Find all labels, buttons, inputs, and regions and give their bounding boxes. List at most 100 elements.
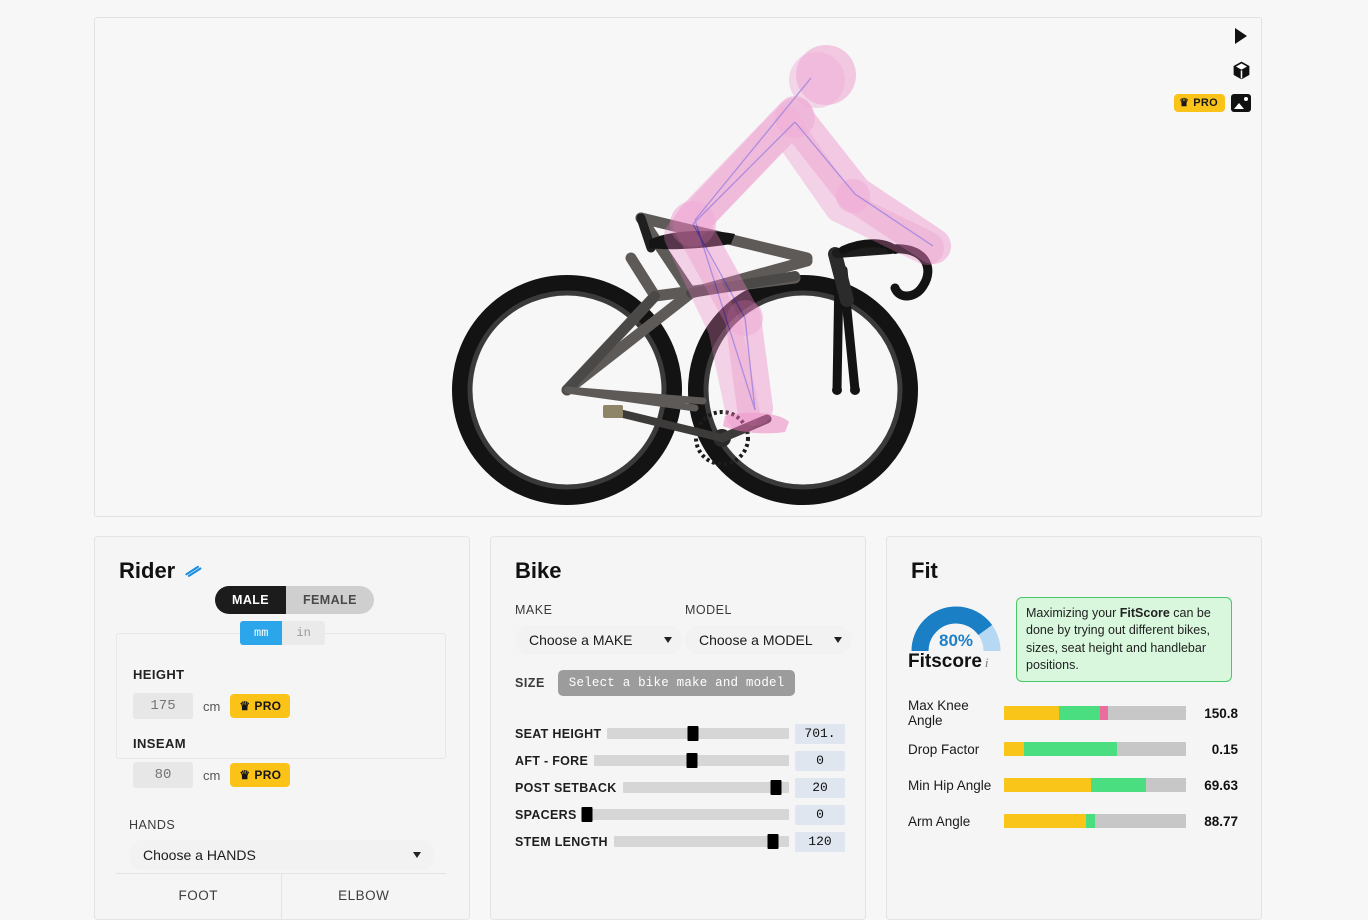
metric-bar (1004, 742, 1186, 756)
slider-label: SEAT HEIGHT (515, 726, 602, 741)
pro-badge-viewport[interactable]: ♛ PRO (1174, 94, 1225, 112)
fitscore-label: Fitscore i (908, 651, 1014, 673)
slider-track[interactable] (613, 834, 789, 849)
slider-row: SEAT HEIGHT 701. (515, 720, 845, 747)
inseam-input[interactable] (133, 762, 193, 788)
metric-bar (1004, 814, 1186, 828)
chevron-down-icon (834, 637, 842, 643)
make-label: MAKE (515, 603, 553, 617)
info-icon[interactable]: i (985, 655, 989, 673)
viewport-toolbar: ♛ PRO (1174, 26, 1251, 112)
crown-icon: ♛ (1179, 96, 1190, 109)
bike-sliders: SEAT HEIGHT 701. AFT - FORE 0 POST SETBACK 20… (515, 720, 845, 855)
metric-segment-yellow (1004, 778, 1092, 792)
make-select[interactable]: Choose a MAKE (515, 625, 682, 655)
fitscore-summary: 80% Fitscore i Maximizing your FitScore … (908, 597, 1242, 682)
metric-marker (1100, 706, 1108, 720)
metric-label: Max Knee Angle (908, 698, 969, 728)
slider-value[interactable]: 701. (795, 723, 845, 744)
size-field: SIZE Select a bike make and model (515, 670, 796, 696)
3d-cube-icon[interactable] (1231, 60, 1251, 80)
slider-thumb[interactable] (767, 834, 779, 849)
metric-label: Drop Factor (908, 741, 980, 757)
slider-track[interactable] (622, 780, 789, 795)
slider-row: SPACERS 0 (515, 801, 845, 828)
metric-segment-remainder (1145, 778, 1186, 792)
metric-value: 69.63 (1204, 777, 1238, 793)
image-export-icon[interactable] (1231, 94, 1251, 112)
gender-male-option[interactable]: MALE (215, 586, 287, 614)
tip-text-before: Maximizing your (1026, 606, 1120, 620)
slider-label: SPACERS (515, 807, 577, 822)
height-pro-button[interactable]: ♛ PRO (230, 694, 291, 718)
slider-track[interactable] (607, 726, 789, 741)
fitscore-gauge: 80% Fitscore i (908, 597, 1004, 672)
hands-select-value: Choose a HANDS (143, 847, 256, 863)
fit-metrics-list: Max Knee Angle 150.8 Drop Factor 0.15 Min Hi… (908, 695, 1244, 839)
slider-track[interactable] (594, 753, 789, 768)
unit-in-option[interactable]: in (282, 621, 325, 645)
metric-segment-remainder (1107, 706, 1186, 720)
slider-label: STEM LENGTH (515, 834, 608, 849)
metric-row: Drop Factor 0.15 (908, 731, 1244, 767)
gender-female-option[interactable]: FEMALE (286, 586, 374, 614)
bike-title-text: Bike (515, 558, 562, 583)
unit-toggle[interactable]: mm in (240, 621, 325, 645)
slider-label: POST SETBACK (515, 780, 617, 795)
slider-thumb[interactable] (686, 753, 698, 768)
metric-label: Min Hip Angle (908, 777, 992, 793)
metric-bar (1004, 706, 1186, 720)
slider-value[interactable]: 0 (795, 804, 845, 825)
eye-slash-icon[interactable] (184, 564, 202, 578)
slider-thumb[interactable] (581, 807, 593, 822)
hands-label: HANDS (129, 818, 176, 832)
inseam-pro-button[interactable]: ♛ PRO (230, 763, 291, 787)
metric-bar (1004, 778, 1186, 792)
model-select[interactable]: Choose a MODEL (685, 625, 852, 655)
metric-segment-remainder (1094, 814, 1186, 828)
rider-bike-illustration (452, 45, 951, 505)
crown-icon: ♛ (239, 699, 251, 713)
pro-export-row: ♛ PRO (1174, 94, 1251, 112)
model-label: MODEL (685, 603, 732, 617)
metric-segment-green (1085, 814, 1095, 828)
metric-row: Arm Angle 88.77 (908, 803, 1244, 839)
slider-value[interactable]: 120 (795, 831, 845, 852)
unit-mm-option[interactable]: mm (240, 621, 283, 645)
metric-segment-yellow (1004, 814, 1086, 828)
metric-value: 88.77 (1204, 813, 1238, 829)
metric-segment-yellow (1004, 742, 1025, 756)
metric-segment-green (1091, 778, 1146, 792)
slider-value[interactable]: 20 (795, 777, 845, 798)
make-select-value: Choose a MAKE (529, 632, 633, 648)
slider-row: STEM LENGTH 120 (515, 828, 845, 855)
height-pro-label: PRO (254, 699, 282, 713)
tab-elbow[interactable]: ELBOW (282, 874, 447, 919)
rider-bottom-tabs: FOOT ELBOW (116, 873, 446, 919)
bike-fit-viewport[interactable]: ♛ PRO (94, 17, 1262, 517)
pro-badge-label: PRO (1193, 97, 1218, 109)
slider-thumb[interactable] (770, 780, 782, 795)
slider-value[interactable]: 0 (795, 750, 845, 771)
size-select-button[interactable]: Select a bike make and model (557, 670, 796, 696)
metric-segment-yellow (1004, 706, 1059, 720)
slider-thumb[interactable] (687, 726, 699, 741)
slider-label: AFT - FORE (515, 753, 589, 768)
slider-track[interactable] (581, 807, 789, 822)
rider-panel-title: Rider (119, 558, 469, 584)
play-triangle-icon[interactable] (1231, 26, 1251, 46)
metric-row: Max Knee Angle 150.8 (908, 695, 1244, 731)
metric-segment-remainder (1116, 742, 1186, 756)
model-select-value: Choose a MODEL (699, 632, 813, 648)
rider-title-text: Rider (119, 558, 176, 583)
metric-segment-green (1058, 706, 1101, 720)
bike-panel: Bike MAKE Choose a MAKE MODEL Choose a M… (490, 536, 866, 920)
height-input[interactable] (133, 693, 193, 719)
tab-foot[interactable]: FOOT (116, 874, 281, 919)
hands-select[interactable]: Choose a HANDS (129, 840, 435, 870)
metric-segment-green (1024, 742, 1117, 756)
inseam-label: INSEAM (133, 736, 186, 751)
metric-value: 150.8 (1204, 705, 1238, 721)
gender-toggle[interactable]: MALE FEMALE (215, 586, 374, 614)
fit-title-text: Fit (911, 558, 938, 583)
